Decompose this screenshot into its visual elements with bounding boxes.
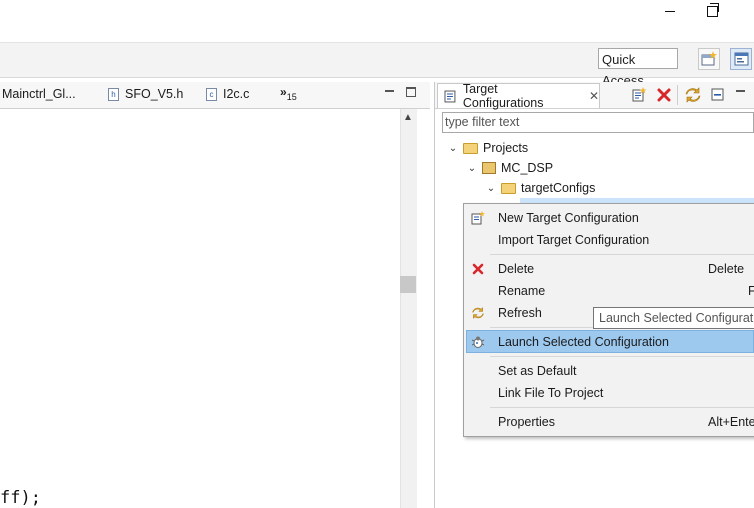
menu-separator xyxy=(490,254,754,255)
tooltip: Launch Selected Configuration xyxy=(593,307,754,329)
editor-tab-sfo[interactable]: h SFO_V5.h xyxy=(108,87,183,101)
menu-item-shortcut: Alt+Enter xyxy=(708,415,754,429)
perspective-ccs-edit-button[interactable] xyxy=(730,48,752,70)
menu-item-shortcut: Delete xyxy=(708,262,745,276)
menu-item-rename[interactable]: Rename F2 xyxy=(464,280,754,302)
tree-item-label: targetConfigs xyxy=(521,181,596,195)
perspective-icon xyxy=(734,52,749,66)
restore-button[interactable] xyxy=(690,0,734,22)
menu-item-link-file-to-project[interactable]: Link File To Project xyxy=(464,382,754,404)
menu-item-label: Delete xyxy=(498,262,535,276)
menu-item-label: Link File To Project xyxy=(498,386,604,400)
quick-access-field[interactable]: Quick Access xyxy=(598,48,678,88)
menu-item-launch-selected-configuration[interactable]: Launch Selected Configuration xyxy=(464,331,754,353)
target-configurations-icon xyxy=(444,90,456,103)
open-perspective-button[interactable] xyxy=(698,48,720,70)
tree-item-projects[interactable]: ⌄ Projects xyxy=(447,139,528,157)
editor-tab-label: Mainctrl_Gl... xyxy=(2,87,76,101)
restore-icon xyxy=(706,2,719,17)
new-config-icon xyxy=(632,87,647,102)
menu-item-label: Refresh xyxy=(498,306,542,320)
delete-icon xyxy=(657,88,671,102)
editor-tab-label: SFO_V5.h xyxy=(125,87,184,101)
menu-separator xyxy=(490,407,754,408)
new-target-configuration-button[interactable] xyxy=(630,86,648,104)
menu-item-shortcut: F2 xyxy=(748,284,754,298)
menu-separator xyxy=(490,356,754,357)
delete-icon xyxy=(471,262,485,276)
menu-item-set-as-default[interactable]: Set as Default xyxy=(464,360,754,382)
editor-scroll-thumb[interactable] xyxy=(400,276,416,293)
collapse-all-icon xyxy=(711,88,724,101)
editor-tab-mainctrl[interactable]: Mainctrl_Gl... xyxy=(2,87,76,101)
editor-tab-i2c[interactable]: c I2c.c xyxy=(206,87,249,101)
editor-maximize-button[interactable] xyxy=(406,87,418,98)
menu-item-label: Rename xyxy=(498,284,546,298)
editor-tab-label: I2c.c xyxy=(223,87,250,101)
tree-item-mc-dsp[interactable]: ⌄ MC_DSP xyxy=(466,159,553,177)
maximize-icon xyxy=(406,87,416,97)
menu-item-new-target-configuration[interactable]: New Target Configuration xyxy=(464,207,754,229)
folder-open-icon xyxy=(463,142,478,154)
minimize-icon xyxy=(665,10,675,12)
chevron-down-icon[interactable]: ⌄ xyxy=(447,143,459,154)
chevron-down-icon[interactable]: ⌄ xyxy=(466,163,478,174)
editor-vertical-scrollbar[interactable] xyxy=(400,109,417,508)
minimize-button[interactable] xyxy=(648,0,692,22)
editor-minimize-button[interactable] xyxy=(384,88,396,98)
tab-target-configurations[interactable]: Target Configurations ✕ xyxy=(437,82,600,110)
delete-toolbar-button[interactable] xyxy=(655,86,673,104)
overflow-count: 15 xyxy=(286,92,297,102)
menu-item-delete[interactable]: Delete Delete xyxy=(464,258,754,280)
c-file-icon: c xyxy=(206,87,217,101)
code-line-fragment: ff); xyxy=(0,488,41,508)
tab-label: Target Configurations xyxy=(462,82,544,110)
refresh-toolbar-button[interactable] xyxy=(684,86,702,104)
menu-item-label: Set as Default xyxy=(498,364,577,378)
refresh-icon xyxy=(685,87,701,103)
collapse-all-button[interactable] xyxy=(709,86,727,104)
open-perspective-icon xyxy=(701,51,717,66)
tree-item-targetconfigs[interactable]: ⌄ targetConfigs xyxy=(485,179,596,197)
ccs-project-icon xyxy=(482,162,496,174)
tab-overflow-button[interactable]: »15 xyxy=(280,85,297,102)
scroll-up-arrow-icon[interactable]: ▲ xyxy=(403,112,413,123)
close-icon[interactable]: ✕ xyxy=(589,89,599,103)
new-config-icon xyxy=(471,211,485,225)
chevron-down-icon[interactable]: ⌄ xyxy=(485,183,497,194)
refresh-icon xyxy=(471,306,485,320)
menu-item-properties[interactable]: Properties Alt+Enter xyxy=(464,411,754,433)
view-minimize-button[interactable] xyxy=(735,88,747,98)
toolbar-divider xyxy=(677,85,678,105)
overflow-chevron-icon: » xyxy=(280,85,287,99)
menu-item-import-target-configuration[interactable]: Import Target Configuration xyxy=(464,229,754,251)
menu-item-label: Properties xyxy=(498,415,555,429)
folder-open-icon xyxy=(501,182,516,194)
minimize-icon xyxy=(736,90,745,92)
tree-item-label: MC_DSP xyxy=(501,161,554,175)
menu-item-label: Launch Selected Configuration xyxy=(498,335,669,349)
debug-bug-icon xyxy=(471,335,485,349)
filter-input[interactable]: type filter text xyxy=(442,112,754,133)
menu-item-label: Import Target Configuration xyxy=(498,233,650,247)
menu-item-label: New Target Configuration xyxy=(498,211,639,225)
tree-item-label: Projects xyxy=(483,141,529,155)
header-file-icon: h xyxy=(108,87,119,101)
editor-text-area[interactable] xyxy=(0,109,400,508)
minimize-icon xyxy=(385,90,394,92)
